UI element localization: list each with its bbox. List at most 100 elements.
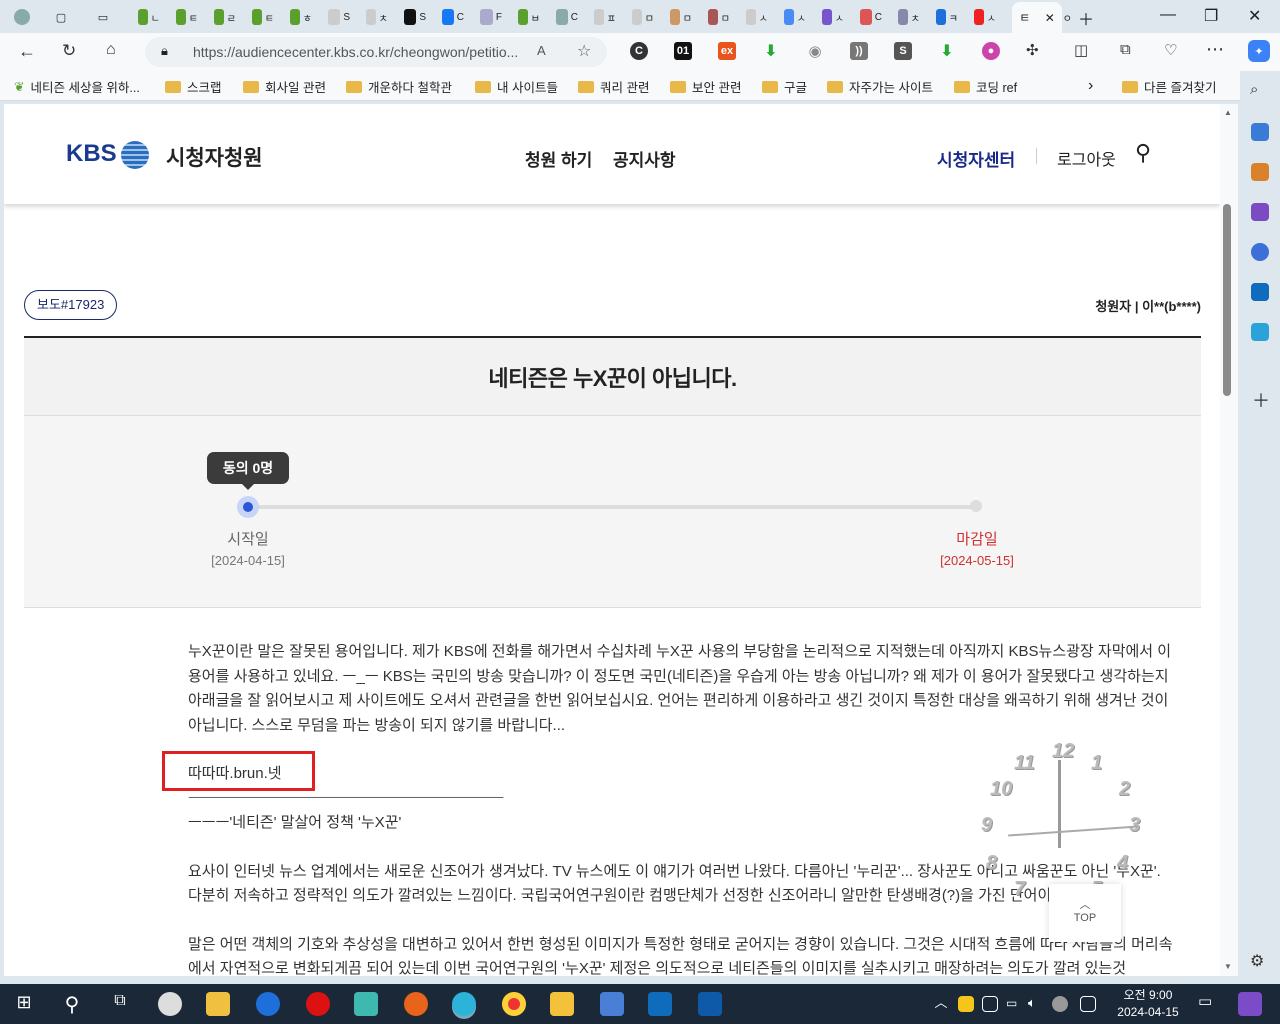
workspaces-icon[interactable]: ▢ [50, 4, 72, 30]
browser-tab[interactable]: ㄹ [214, 4, 236, 30]
store-icon[interactable] [600, 992, 624, 1016]
browser-tab[interactable]: F [480, 4, 502, 30]
bookmark-item[interactable]: 자주가는 사이트 [827, 77, 933, 96]
kbs-logo[interactable]: KBS [66, 140, 157, 169]
back-icon[interactable]: ← [18, 41, 36, 62]
browser-tab[interactable]: ㅁ [632, 4, 654, 30]
microsoft-365-icon[interactable] [1251, 243, 1269, 261]
extension-01-icon[interactable]: 01 [674, 42, 692, 60]
url-field[interactable]: 🔒︎ https://audiencecenter.kbs.co.kr/cheo… [145, 37, 607, 67]
bookmark-item[interactable]: 쿼리 관련 [578, 77, 649, 96]
site-title[interactable]: 시청자청원 [166, 142, 263, 172]
browser-tab[interactable]: ㅅ [822, 4, 844, 30]
browser-tab[interactable]: ㅅ [974, 4, 996, 30]
extensions-puzzle-icon[interactable]: ✣ [1026, 41, 1039, 59]
bookmark-item[interactable]: 내 사이트들 [475, 77, 558, 96]
shopping-icon[interactable] [1251, 123, 1269, 141]
page-scrollbar[interactable]: ▲ ▼ [1220, 104, 1238, 976]
browser-tab[interactable]: C [860, 4, 882, 30]
notification-icon[interactable]: ▭ [1198, 992, 1222, 1016]
tray-app-icon[interactable] [982, 996, 998, 1012]
logout-link[interactable]: 로그아웃 [1057, 146, 1116, 170]
active-tab[interactable]: ㅌ ✕ [1012, 2, 1062, 33]
browser-tab[interactable]: ㅅ [746, 4, 768, 30]
download-manager-icon[interactable]: ⬇ [938, 42, 956, 60]
bookmark-item[interactable]: 코딩 ref [954, 77, 1017, 96]
app-bird-icon[interactable] [354, 992, 378, 1016]
internet-explorer-icon[interactable] [256, 992, 280, 1016]
bookmark-item[interactable]: 스크랩 [165, 77, 222, 96]
scrollbar-thumb[interactable] [1223, 204, 1231, 396]
rss-extension-icon[interactable]: )) [850, 42, 868, 60]
sidebar-settings-icon[interactable]: ⚙ [1250, 951, 1264, 971]
copilot-taskbar-icon[interactable] [1238, 992, 1262, 1016]
tray-status-icon[interactable] [1052, 996, 1068, 1012]
browser-tab[interactable]: ㅊ [366, 4, 388, 30]
minimize-icon[interactable]: — [1160, 6, 1176, 24]
scroll-up-icon[interactable]: ▲ [1224, 108, 1232, 117]
add-sidebar-icon[interactable]: ＋ [1252, 387, 1270, 413]
close-tab-icon[interactable]: ✕ [1045, 11, 1055, 25]
file-explorer-icon[interactable] [550, 992, 574, 1016]
browser-tab[interactable]: ㅍ [594, 4, 616, 30]
browser-tab[interactable]: S [404, 4, 426, 30]
volume-icon[interactable]: 🔈︎ [1028, 995, 1044, 1011]
bookmark-item[interactable]: 구글 [762, 77, 807, 96]
games-icon[interactable] [1251, 203, 1269, 221]
bookmark-item[interactable]: 회사일 관련 [243, 77, 326, 96]
search-icon[interactable]: ⚲ [1135, 140, 1151, 166]
bookmarks-overflow-icon[interactable]: › [1088, 77, 1093, 95]
extension-c-icon[interactable]: C [630, 42, 648, 60]
search-icon[interactable]: ⌕ [1250, 81, 1258, 98]
browser-tab[interactable]: ㅌ [252, 4, 274, 30]
opera-icon[interactable] [306, 992, 330, 1016]
more-menu-icon[interactable]: ⋯ [1206, 39, 1224, 60]
nav-notice[interactable]: 공지사항 [613, 146, 676, 171]
tray-overflow-icon[interactable]: ︿ [932, 992, 950, 1016]
browser-tab[interactable]: C [442, 4, 464, 30]
browser-tab[interactable]: S [328, 4, 350, 30]
performance-icon[interactable]: ♡ [1164, 41, 1177, 59]
bookmark-item[interactable]: ❦ 네티즌 세상을 위하... [14, 77, 140, 96]
browser-tab[interactable]: ㅂ [518, 4, 540, 30]
browser-tab[interactable]: ㅋ [936, 4, 958, 30]
outlook-icon[interactable] [698, 992, 722, 1016]
download-extension-icon[interactable]: ⬇ [762, 42, 780, 60]
chrome-icon[interactable] [502, 992, 526, 1016]
scroll-top-button[interactable]: ︿ TOP [1049, 884, 1121, 942]
edge-icon[interactable] [452, 992, 476, 1016]
app-clock-icon[interactable] [158, 992, 182, 1016]
bookmark-item[interactable]: 개운하다 철학관 [346, 77, 452, 96]
camera-extension-icon[interactable]: ◉ [806, 42, 824, 60]
refresh-icon[interactable]: ↻ [62, 41, 76, 61]
color-picker-extension-icon[interactable]: ● [982, 42, 1000, 60]
close-window-icon[interactable]: ✕ [1248, 6, 1261, 26]
start-icon[interactable]: ⊞ [12, 992, 36, 1016]
read-aloud-icon[interactable]: A [537, 43, 546, 58]
profile-avatar[interactable] [8, 4, 36, 30]
browser-tab[interactable]: ㅎ [290, 4, 312, 30]
outlook-icon[interactable] [1251, 283, 1269, 301]
browser-tab[interactable]: ㅌ [176, 4, 198, 30]
home-icon[interactable]: ⌂ [106, 41, 116, 59]
outlook-new-icon[interactable] [648, 992, 672, 1016]
other-bookmarks[interactable]: 다른 즐겨찾기 [1122, 77, 1216, 96]
restore-icon[interactable]: ❐ [1204, 6, 1218, 26]
ime-icon[interactable] [1080, 996, 1096, 1012]
nav-audience-center[interactable]: 시청자센터 [937, 146, 1015, 171]
kakaotalk-tray-icon[interactable] [958, 996, 974, 1012]
browser-tab[interactable]: ㅁ [708, 4, 730, 30]
copilot-icon[interactable]: ✦ [1248, 40, 1270, 62]
search-icon[interactable]: ⚲ [60, 992, 84, 1016]
tab-actions-icon[interactable]: ▭ [92, 4, 114, 30]
browser-tab[interactable]: ㅁ [670, 4, 692, 30]
nav-petition[interactable]: 청원 하기 [525, 146, 592, 171]
firefox-icon[interactable] [404, 992, 428, 1016]
extension-s-icon[interactable]: S [894, 42, 912, 60]
tools-icon[interactable] [1251, 163, 1269, 181]
browser-tab[interactable]: ㅅ [784, 4, 806, 30]
browser-tab[interactable]: C [556, 4, 578, 30]
lock-icon[interactable]: 🔒︎ [161, 43, 168, 59]
scroll-down-icon[interactable]: ▼ [1224, 962, 1232, 971]
extension-ex-icon[interactable]: ex [718, 42, 736, 60]
